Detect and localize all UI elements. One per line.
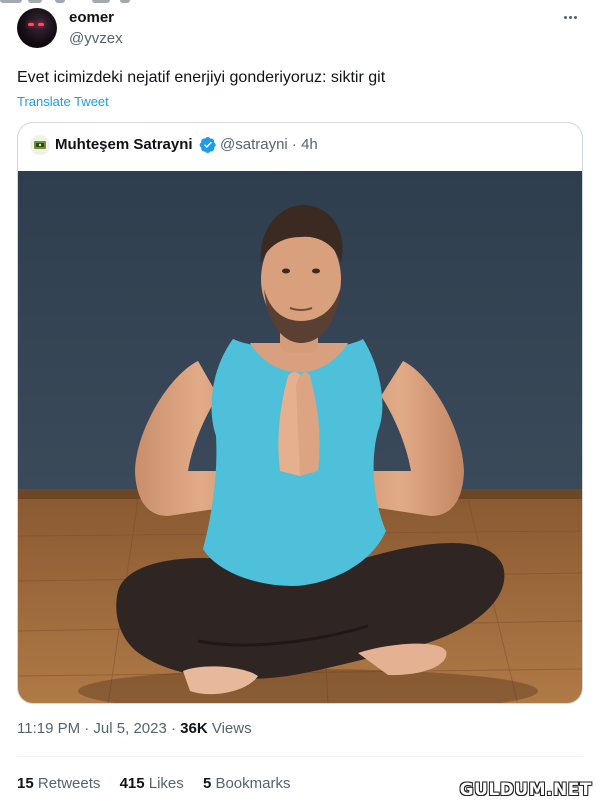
quoted-tweet-card[interactable]: Muhteşem Satrayni @satrayni · 4h xyxy=(17,122,583,704)
likes-count: 415 xyxy=(119,775,145,792)
author-name[interactable]: eomer xyxy=(69,9,114,26)
tweet-timestamp[interactable]: 11:19 PM · Jul 5, 2023 · xyxy=(17,720,180,737)
views-label: Views xyxy=(207,720,252,737)
retweets-label: Retweets xyxy=(33,775,101,792)
bookmarks-stat[interactable]: 5 Bookmarks xyxy=(203,775,291,792)
author-handle[interactable]: @yvzex xyxy=(69,30,123,47)
views-count: 36K xyxy=(180,720,208,737)
quoted-author-handle[interactable]: @satrayni · 4h xyxy=(220,136,318,153)
likes-label: Likes xyxy=(144,775,184,792)
quoted-tweet-photo[interactable] xyxy=(18,171,582,703)
likes-stat[interactable]: 415 Likes xyxy=(120,775,184,792)
translate-tweet-link[interactable]: Translate Tweet xyxy=(17,94,109,109)
tweet-meta: 11:19 PM · Jul 5, 2023 · 36K Views xyxy=(17,720,252,737)
tweet-stats: 15 Retweets 415 Likes 5 Bookmarks xyxy=(17,775,306,792)
author-avatar[interactable] xyxy=(17,8,57,48)
more-dots-icon[interactable] xyxy=(559,6,581,28)
previous-content-edge xyxy=(0,0,596,6)
bookmarks-label: Bookmarks xyxy=(211,775,291,792)
retweets-stat[interactable]: 15 Retweets xyxy=(17,775,100,792)
quoted-author-avatar[interactable] xyxy=(30,135,50,155)
retweets-count: 15 xyxy=(17,775,34,792)
quoted-author-name[interactable]: Muhteşem Satrayni xyxy=(55,136,193,153)
verified-badge-icon xyxy=(199,136,216,154)
tweet-text: Evet icimizdeki nejatif enerjiyi gonderi… xyxy=(17,69,386,86)
watermark: GULDUM.NET xyxy=(459,780,592,800)
divider xyxy=(17,756,583,757)
